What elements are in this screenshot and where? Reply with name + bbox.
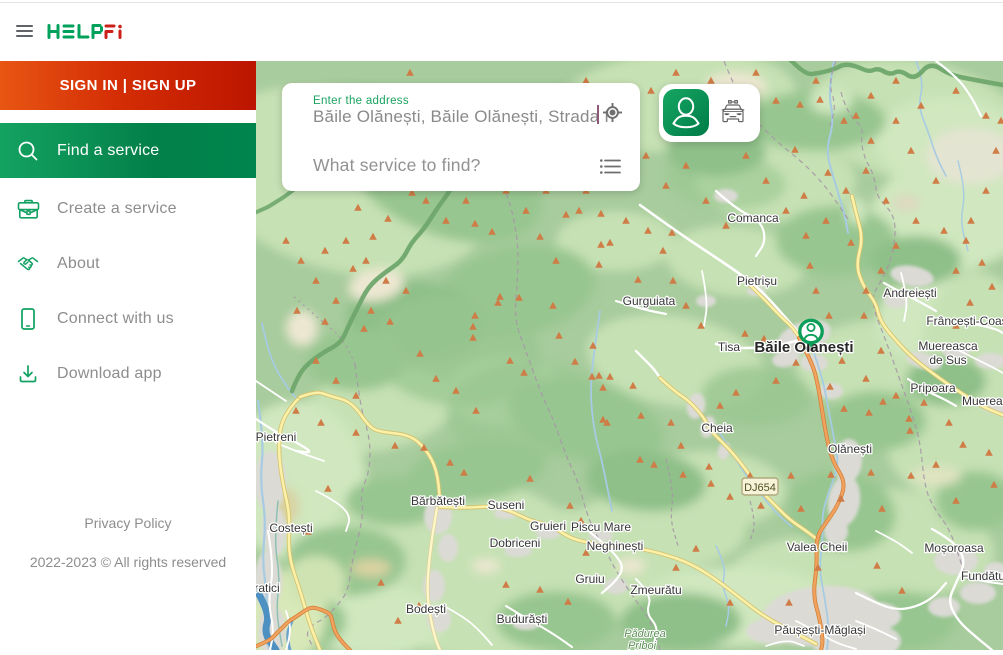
svg-text:Olănești: Olănești <box>828 442 872 456</box>
svg-text:Piscu Mare: Piscu Mare <box>571 520 631 534</box>
svg-text:Tisa: Tisa <box>718 340 741 354</box>
svg-text:Bărbătești: Bărbătești <box>411 494 465 508</box>
svg-text:Gruiu: Gruiu <box>575 572 604 586</box>
svg-text:Bodești: Bodești <box>406 602 446 616</box>
svg-text:Frâncești-Coasta: Frâncești-Coasta <box>926 314 1003 328</box>
svg-text:Pietreni: Pietreni <box>256 430 296 444</box>
svg-text:Păușești-Măglași: Păușești-Măglași <box>774 623 865 637</box>
svg-text:Costești: Costești <box>269 521 312 535</box>
svg-text:Neghinești: Neghinești <box>587 539 644 553</box>
svg-text:Pădurea: Pădurea <box>624 628 666 640</box>
svg-text:Muereasca: Muereasca <box>962 394 1003 408</box>
svg-text:Gurguiata: Gurguiata <box>623 294 676 308</box>
svg-text:Priboi: Priboi <box>628 640 657 650</box>
svg-text:Valea Cheii: Valea Cheii <box>787 540 847 554</box>
svg-text:Budurăști: Budurăști <box>497 612 548 626</box>
svg-text:DJ654: DJ654 <box>744 482 776 494</box>
svg-text:ratici: ratici <box>256 581 280 595</box>
svg-text:Muereasca: Muereasca <box>918 339 978 353</box>
svg-text:Pripoara: Pripoara <box>910 381 956 395</box>
svg-text:de Sus: de Sus <box>929 353 966 367</box>
svg-text:Dobriceni: Dobriceni <box>490 536 541 550</box>
svg-text:Moșoroasa: Moșoroasa <box>924 541 984 555</box>
svg-text:Zmeurătu: Zmeurătu <box>630 583 681 597</box>
svg-text:Fundătura: Fundătura <box>961 569 1003 583</box>
svg-text:Pietrișu: Pietrișu <box>737 274 777 288</box>
svg-text:Gruieri: Gruieri <box>530 519 566 533</box>
svg-text:Andreiești: Andreiești <box>883 286 936 300</box>
svg-text:Comanca: Comanca <box>727 211 779 225</box>
svg-text:Suseni: Suseni <box>488 498 525 512</box>
svg-text:Cheia: Cheia <box>701 421 733 435</box>
